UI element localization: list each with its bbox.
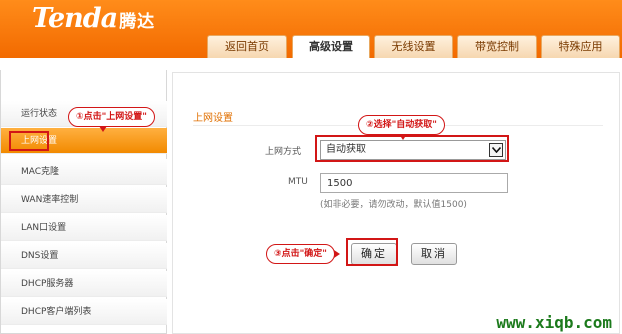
tab-special[interactable]: 特殊应用 <box>541 35 620 58</box>
watermark: www.xiqb.com <box>496 313 612 332</box>
step2-callout: ②选择"自动获取" <box>358 115 445 140</box>
main-panel: 上网设置 上网方式 自动获取 MTU (如非必要，请勿改动，默认值1500) 确… <box>172 72 620 334</box>
sidebar-item-dns[interactable]: DNS设置 <box>1 243 167 269</box>
mode-label: 上网方式 <box>265 147 302 157</box>
mtu-label: MTU <box>288 177 308 187</box>
highlight-ok-button <box>346 238 398 266</box>
cancel-button[interactable]: 取消 <box>411 243 457 265</box>
sidebar-item-mac-clone[interactable]: MAC克隆 <box>1 159 167 185</box>
tab-wireless[interactable]: 无线设置 <box>374 35 453 58</box>
highlight-sidebar-internet <box>9 131 49 151</box>
tab-advanced[interactable]: 高级设置 <box>292 35 370 58</box>
mtu-hint: (如非必要，请勿改动，默认值1500) <box>320 200 467 210</box>
tenda-logo: Tenda 腾达 <box>32 3 156 34</box>
sidebar-item-dhcp-server[interactable]: DHCP服务器 <box>1 271 167 297</box>
sidebar-item-dhcp-clients[interactable]: DHCP客户端列表 <box>1 299 167 325</box>
step1-callout: ①点击"上网设置" <box>68 107 155 132</box>
sidebar-item-wan-rate[interactable]: WAN速率控制 <box>1 187 167 213</box>
tab-home[interactable]: 返回首页 <box>207 35 287 58</box>
mtu-input[interactable] <box>320 173 508 193</box>
section-title: 上网设置 <box>193 113 233 124</box>
sidebar-item-lan[interactable]: LAN口设置 <box>1 215 167 241</box>
header-divider <box>0 58 622 70</box>
highlight-mode-select <box>315 135 509 162</box>
top-header: Tenda 腾达 返回首页 高级设置 无线设置 带宽控制 特殊应用 <box>0 0 622 58</box>
step3-callout: ③点击"确定" <box>266 244 340 264</box>
tab-bandwidth[interactable]: 带宽控制 <box>457 35 537 58</box>
